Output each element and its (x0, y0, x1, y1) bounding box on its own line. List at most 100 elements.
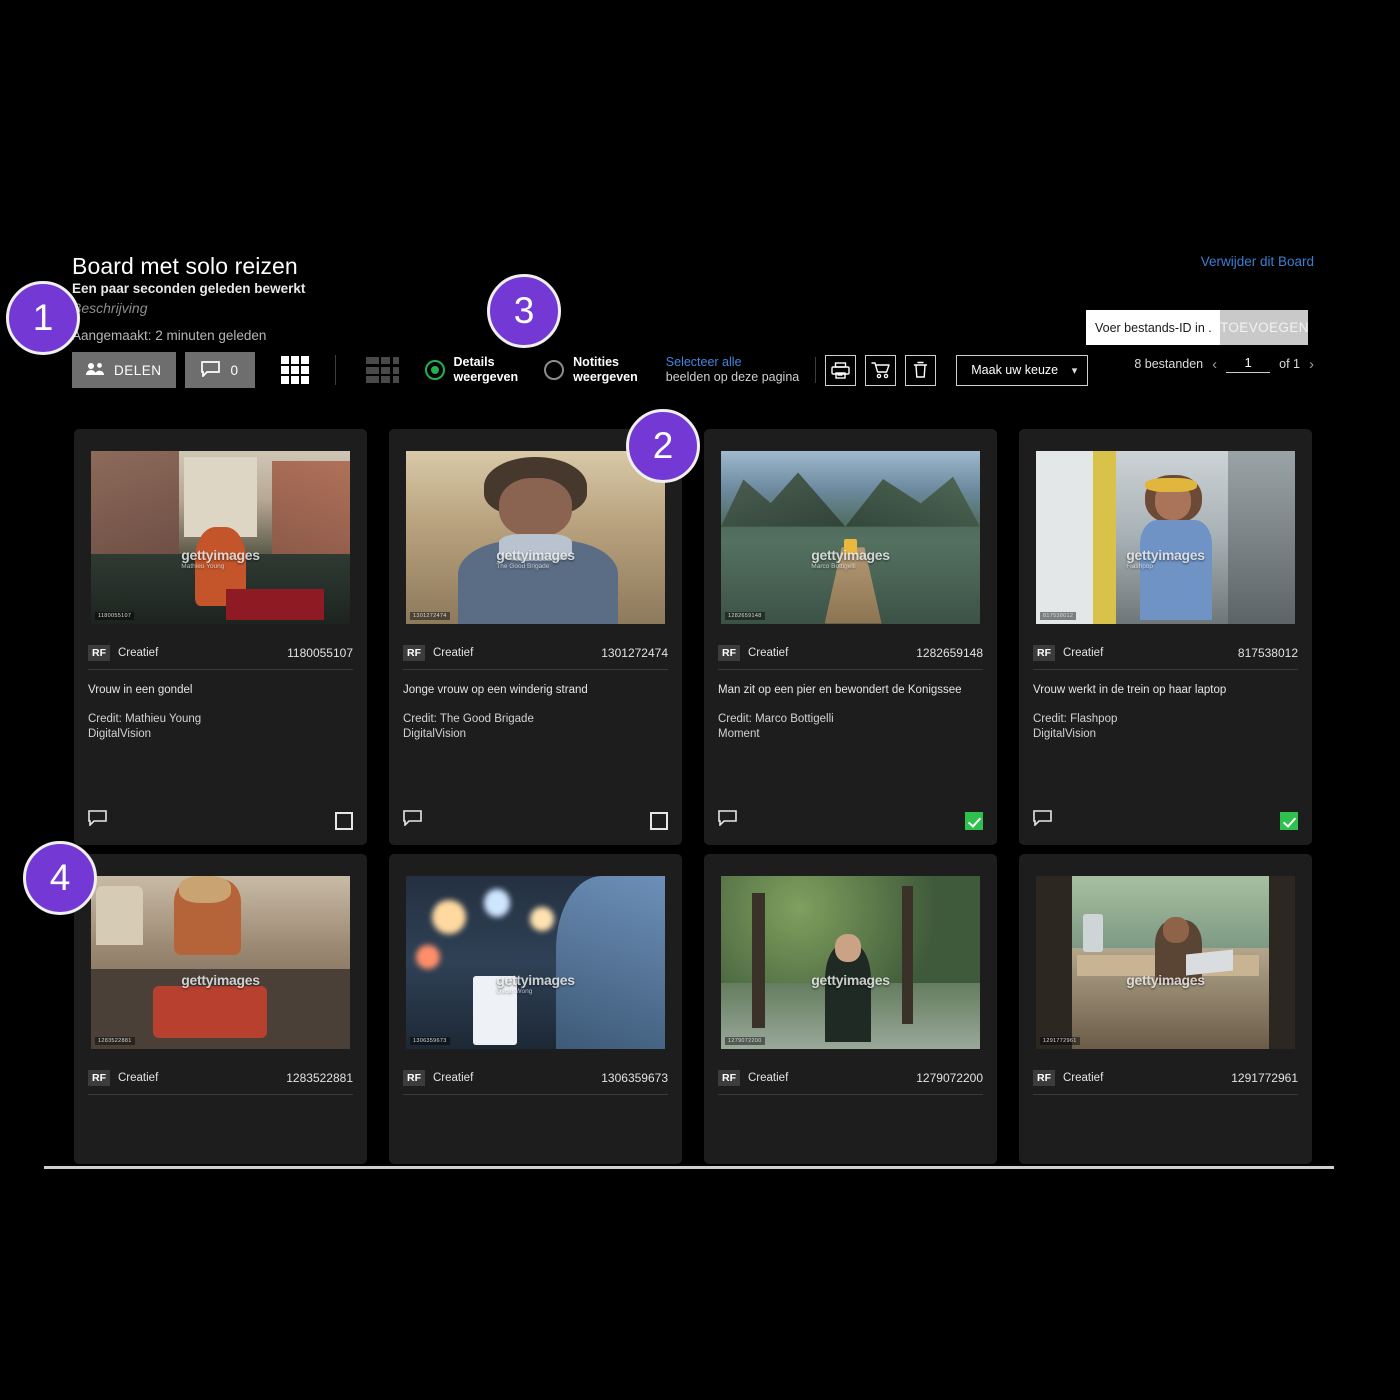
delete-button[interactable] (905, 354, 937, 386)
chevron-right-icon[interactable]: › (1309, 356, 1314, 373)
asset-thumbnail-area[interactable]: gettyimages Oscar Wong 1306359673 (389, 854, 682, 1070)
speech-bubble-icon[interactable] (88, 810, 107, 831)
thumbnail-id-tag: 1180055107 (95, 611, 135, 620)
license-type: Creatief (433, 1072, 474, 1084)
toolbar-divider-2 (815, 357, 817, 383)
asset-select-checkbox[interactable] (1280, 811, 1298, 830)
notes-view-toggle[interactable]: Notities weergeven (544, 355, 638, 385)
asset-file-id: 1283522881 (286, 1071, 353, 1085)
trash-icon (913, 361, 928, 379)
asset-credit: Credit: Flashpop (1033, 713, 1118, 725)
comment-count: 0 (230, 362, 239, 378)
asset-collection: DigitalVision (88, 728, 152, 740)
mosaic-view-icon[interactable] (365, 357, 399, 383)
asset-metadata: RF Creatief 817538012 Vrouw werkt in de … (1019, 645, 1312, 742)
license-badge: RF (88, 1070, 110, 1086)
asset-file-id: 1301272474 (601, 646, 668, 660)
watermark: gettyimages Marco Bottigelli (811, 547, 890, 571)
asset-metadata: RF Creatief 1306359673 (389, 1070, 682, 1095)
asset-thumbnail-area[interactable]: gettyimages 1283522881 (74, 854, 367, 1070)
asset-card[interactable]: gettyimages Oscar Wong 1306359673 RF Cre… (389, 854, 682, 1164)
asset-credit: Credit: Mathieu Young (88, 713, 202, 725)
asset-file-id: 1291772961 (1231, 1071, 1298, 1085)
asset-thumbnail-area[interactable]: gettyimages Mathieu Young 1180055107 (74, 429, 367, 645)
asset-thumbnail: gettyimages Oscar Wong 1306359673 (406, 875, 665, 1049)
board-page: Board met solo reizen Een paar seconden … (0, 0, 1400, 1400)
asset-card[interactable]: gettyimages Flashpop 817538012 RF Creati… (1019, 429, 1312, 845)
file-id-input[interactable] (1086, 310, 1220, 345)
share-button-label: DELEN (114, 362, 162, 378)
asset-thumbnail: gettyimages 1283522881 (91, 875, 350, 1049)
asset-metadata: RF Creatief 1282659148 Man zit op een pi… (704, 645, 997, 742)
board-description-placeholder[interactable]: Beschrijving (72, 300, 147, 316)
speech-bubble-icon[interactable] (718, 810, 737, 831)
asset-file-id: 817538012 (1237, 646, 1298, 660)
cart-button[interactable] (865, 354, 897, 386)
horizontal-scrollbar[interactable] (44, 1166, 1334, 1169)
asset-select-checkbox[interactable] (965, 811, 983, 830)
asset-card[interactable]: gettyimages 1283522881 RF Creatief 12835… (74, 854, 367, 1164)
license-badge: RF (1033, 1070, 1055, 1086)
thumbnail-id-tag: 1283522881 (95, 1036, 135, 1045)
delete-board-link[interactable]: Verwijder dit Board (1201, 254, 1314, 269)
share-button[interactable]: DELEN (72, 352, 176, 388)
metadata-divider (718, 669, 983, 670)
asset-thumbnail-area[interactable]: gettyimages 1279072200 (704, 854, 997, 1070)
make-choice-label: Maak uw keuze (971, 363, 1059, 377)
speech-bubble-icon[interactable] (403, 810, 422, 831)
asset-thumbnail-area[interactable]: gettyimages Flashpop 817538012 (1019, 429, 1312, 645)
callout-badge-2: 2 (626, 409, 700, 483)
asset-metadata: RF Creatief 1180055107 Vrouw in een gond… (74, 645, 367, 742)
asset-select-checkbox[interactable] (650, 811, 668, 830)
metadata-divider (718, 1094, 983, 1095)
thumbnail-id-tag: 1306359673 (410, 1036, 450, 1045)
license-type: Creatief (1063, 1072, 1104, 1084)
asset-file-id: 1279072200 (916, 1071, 983, 1085)
print-button[interactable] (825, 354, 857, 386)
details-view-toggle[interactable]: Details weergeven (424, 355, 518, 385)
make-choice-dropdown[interactable]: Maak uw keuze ▾ (956, 354, 1089, 386)
asset-credit: Credit: Marco Bottigelli (718, 713, 834, 725)
asset-card[interactable]: gettyimages 1279072200 RF Creatief 12790… (704, 854, 997, 1164)
add-file-button[interactable]: TOEVOEGEN (1220, 310, 1308, 345)
license-badge: RF (403, 645, 425, 661)
watermark: gettyimages Flashpop (1126, 547, 1205, 571)
speech-bubble-icon (200, 360, 220, 380)
thumbnail-id-tag: 1279072200 (725, 1036, 765, 1045)
asset-thumbnail: gettyimages Mathieu Young 1180055107 (91, 450, 350, 624)
license-badge: RF (718, 645, 740, 661)
license-type: Creatief (433, 647, 474, 659)
asset-select-checkbox[interactable] (335, 811, 353, 830)
asset-card[interactable]: gettyimages Mathieu Young 1180055107 RF … (74, 429, 367, 845)
asset-card[interactable]: gettyimages The Good Brigade 1301272474 … (389, 429, 682, 845)
comments-button[interactable]: 0 (184, 352, 255, 388)
watermark: gettyimages (1126, 972, 1205, 989)
page-number-input[interactable]: 1 (1226, 355, 1271, 373)
asset-metadata: RF Creatief 1279072200 (704, 1070, 997, 1095)
metadata-divider (403, 669, 668, 670)
chevron-left-icon[interactable]: ‹ (1212, 356, 1217, 373)
asset-caption: Jonge vrouw op een winderig strand (403, 684, 588, 696)
asset-card[interactable]: gettyimages 1291772961 RF Creatief 12917… (1019, 854, 1312, 1164)
asset-caption: Vrouw werkt in de trein op haar laptop (1033, 684, 1227, 696)
license-badge: RF (718, 1070, 740, 1086)
radio-selected-icon (424, 360, 445, 380)
asset-row-1: gettyimages Mathieu Young 1180055107 RF … (74, 429, 1326, 845)
license-type: Creatief (748, 1072, 789, 1084)
watermark: gettyimages The Good Brigade (496, 547, 575, 571)
license-type: Creatief (1063, 647, 1104, 659)
callout-badge-1: 1 (6, 281, 80, 355)
asset-credit: Credit: The Good Brigade (403, 713, 534, 725)
grid-view-icon[interactable] (277, 352, 313, 388)
callout-badge-3: 3 (487, 274, 561, 348)
speech-bubble-icon[interactable] (1033, 810, 1052, 831)
asset-thumbnail-area[interactable]: gettyimages Marco Bottigelli 1282659148 (704, 429, 997, 645)
asset-card[interactable]: gettyimages Marco Bottigelli 1282659148 … (704, 429, 997, 845)
radio-unselected-icon (544, 360, 565, 380)
asset-thumbnail-area[interactable]: gettyimages 1291772961 (1019, 854, 1312, 1070)
add-file-by-id-group: TOEVOEGEN (1086, 310, 1308, 345)
asset-collection: DigitalVision (403, 728, 467, 740)
select-all-link[interactable]: Selecteer alle beelden op deze pagina (666, 355, 799, 385)
asset-metadata: RF Creatief 1301272474 Jonge vrouw op ee… (389, 645, 682, 742)
people-icon (86, 362, 105, 379)
